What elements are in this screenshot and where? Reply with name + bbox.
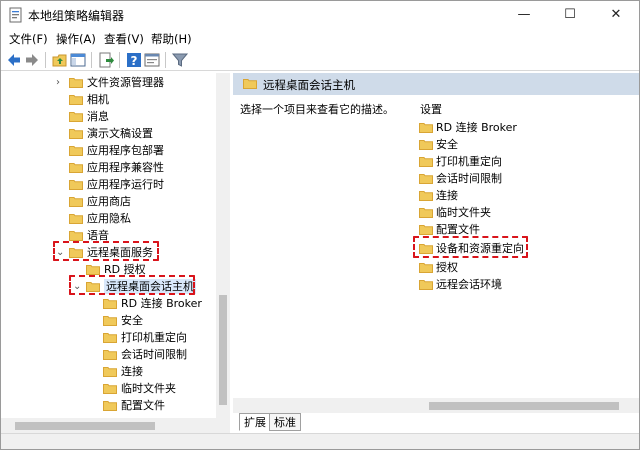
folder-icon [419,225,433,235]
svg-text:?: ? [131,54,138,68]
folder-icon [69,112,83,122]
menu-action[interactable]: 操作(A) [56,31,96,47]
app-icon [9,7,22,23]
menu-file[interactable]: 文件(F) [9,31,48,47]
highlight-box [53,241,159,261]
description-text: 选择一个项目来查看它的描述。 [240,103,394,116]
tab-standard[interactable]: 标准 [269,413,301,431]
export-list-icon[interactable] [97,51,115,69]
menu-bar: 文件(F) 操作(A) 查看(V) 帮助(H) [1,29,639,49]
title-bar: 本地组策略编辑器 — ☐ ✕ [1,1,639,29]
scrollbar-thumb[interactable] [15,422,155,430]
folder-icon [86,265,100,275]
details-horizontal-scrollbar[interactable] [233,398,639,413]
tree-vertical-scrollbar[interactable] [216,73,230,418]
folder-icon [103,316,117,326]
toolbar-separator [119,52,120,68]
folder-icon [103,333,117,343]
folder-icon [419,174,433,184]
forward-arrow-icon[interactable] [23,51,41,69]
window-title: 本地组策略编辑器 [28,9,125,23]
folder-icon [419,263,433,273]
folder-icon [69,129,83,139]
group-policy-editor-window: 本地组策略编辑器 — ☐ ✕ 文件(F) 操作(A) 查看(V) 帮助(H) ?… [0,0,640,450]
folder-icon [419,157,433,167]
status-bar [1,433,639,449]
expand-chevron-icon[interactable]: › [56,74,66,91]
folder-icon [103,384,117,394]
highlight-box [413,236,528,258]
toolbar-separator [165,52,166,68]
menu-view[interactable]: 查看(V) [104,31,144,47]
maximize-button[interactable]: ☐ [547,1,593,29]
setting-column-header[interactable]: 设置 [420,101,442,117]
folder-icon [103,350,117,360]
folder-icon [419,208,433,218]
folder-icon [69,180,83,190]
folder-icon [69,95,83,105]
folder-icon [69,146,83,156]
properties-icon[interactable] [143,51,161,69]
help-icon[interactable]: ? [125,51,143,69]
folder-icon [419,280,433,290]
folder-icon [69,163,83,173]
folder-icon [419,191,433,201]
tab-extended[interactable]: 扩展 [239,413,271,431]
highlight-box [69,275,195,295]
up-folder-icon[interactable] [51,51,69,69]
details-header-title: 远程桌面会话主机 [263,78,355,92]
close-button[interactable]: ✕ [593,1,639,29]
folder-icon [69,214,83,224]
folder-icon [103,367,117,377]
folder-icon [103,299,117,309]
tree-horizontal-scrollbar[interactable] [1,418,230,433]
toolbar-separator [91,52,92,68]
scrollbar-thumb[interactable] [429,402,619,410]
folder-icon [243,79,257,89]
menu-help[interactable]: 帮助(H) [151,31,192,47]
filter-icon[interactable] [171,51,189,69]
toolbar-separator [45,52,46,68]
folder-icon [419,140,433,150]
show-hide-tree-icon[interactable] [69,51,87,69]
folder-icon [103,401,117,411]
folder-icon [69,78,83,88]
back-arrow-icon[interactable] [5,51,23,69]
minimize-button[interactable]: — [501,1,547,29]
details-header: 远程桌面会话主机 [233,73,639,95]
toolbar: ? [1,49,639,71]
folder-icon [69,197,83,207]
folder-icon [419,123,433,133]
folder-icon [69,231,83,241]
scrollbar-thumb[interactable] [219,295,227,405]
view-tabs: 扩展 标准 [233,413,639,433]
